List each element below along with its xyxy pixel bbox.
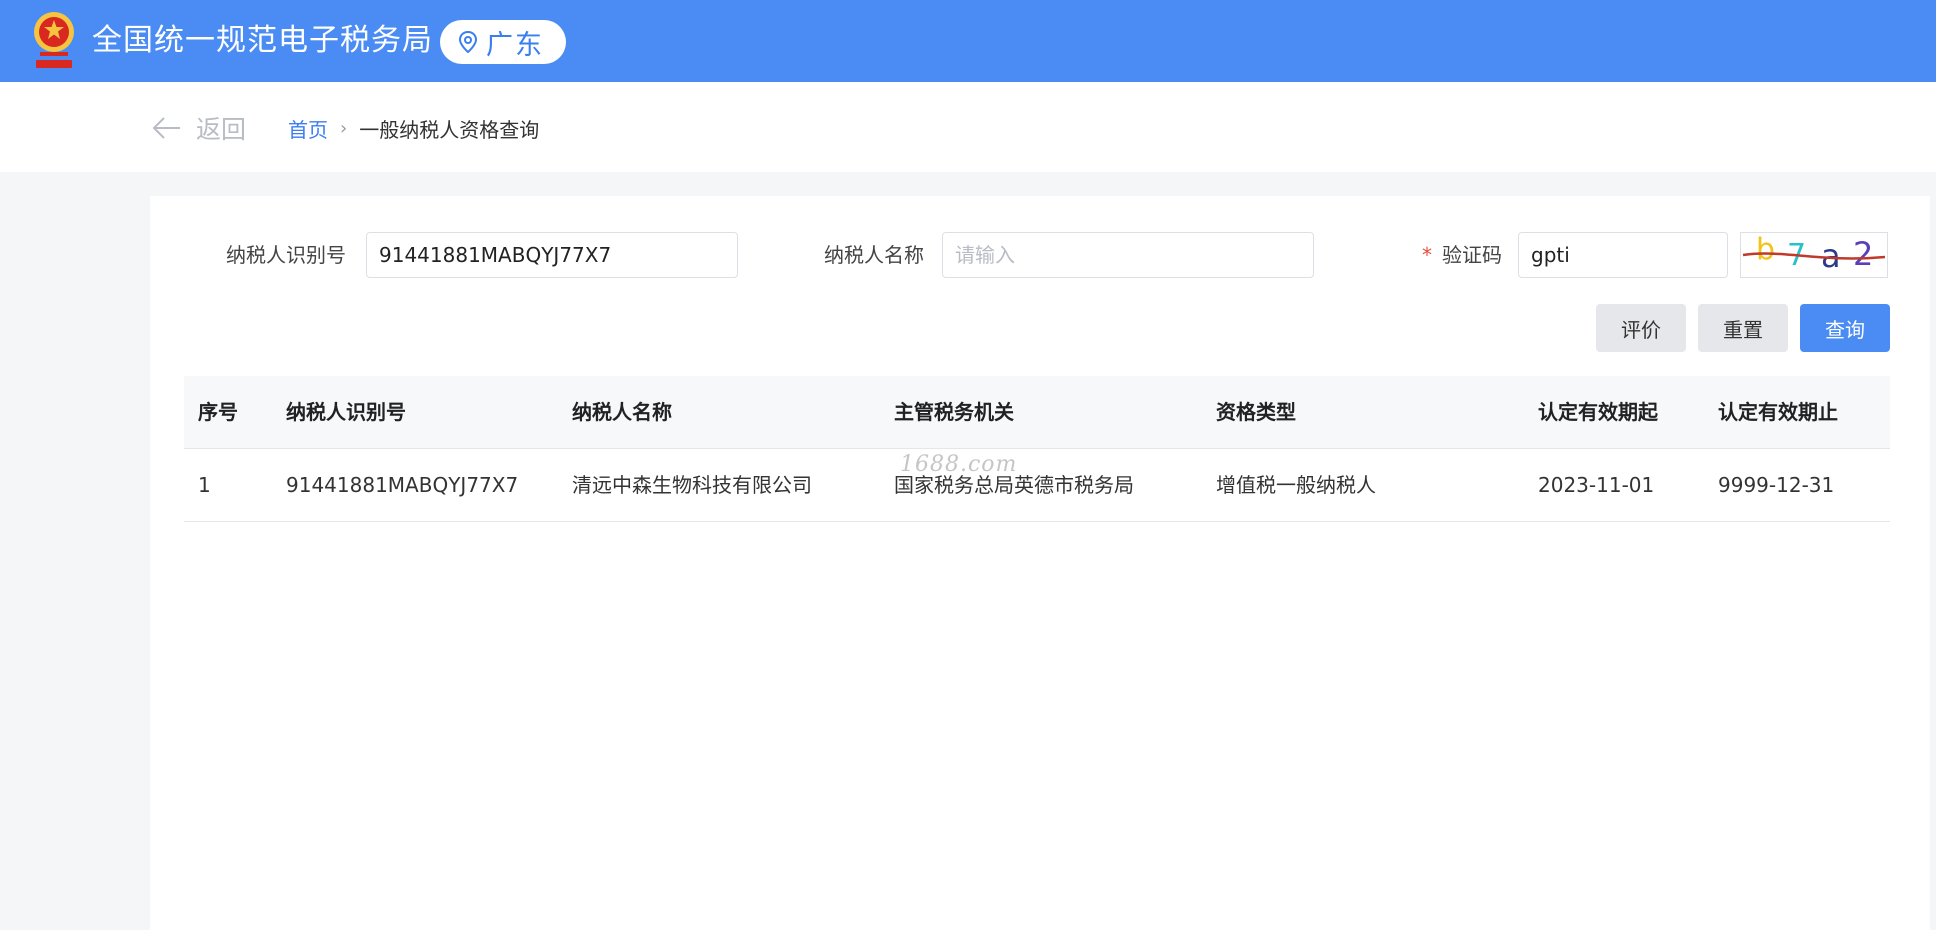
top-header: 全国统一规范电子税务局 广东 xyxy=(0,0,1936,82)
reset-button[interactable]: 重置 xyxy=(1698,304,1788,352)
breadcrumb-separator-icon: › xyxy=(340,117,348,139)
svg-text:2: 2 xyxy=(1853,235,1873,273)
location-pin-icon xyxy=(458,31,478,53)
cell-valid-to: 9999-12-31 xyxy=(1718,473,1835,497)
breadcrumb-home-link[interactable]: 首页 xyxy=(288,114,328,143)
national-emblem-icon xyxy=(34,12,74,68)
cell-taxpayer-id: 91441881MABQYJ77X7 xyxy=(286,473,519,497)
region-selector[interactable]: 广东 xyxy=(440,20,566,64)
watermark: 1688.com xyxy=(900,452,1018,477)
column-header-index: 序号 xyxy=(198,400,238,424)
region-label: 广东 xyxy=(486,29,544,61)
table-header: 序号 纳税人识别号 纳税人名称 主管税务机关 资格类型 认定有效期起 认定有效期… xyxy=(184,376,1890,449)
breadcrumb: 首页 › 一般纳税人资格查询 xyxy=(288,112,539,144)
cell-qualification-type: 增值税一般纳税人 xyxy=(1216,473,1376,497)
required-mark: * xyxy=(1422,243,1432,267)
column-header-taxpayer-id: 纳税人识别号 xyxy=(286,400,406,424)
cell-valid-from: 2023-11-01 xyxy=(1538,473,1655,497)
table-row: 1 91441881MABQYJ77X7 清远中森生物科技有限公司 国家税务总局… xyxy=(184,449,1890,522)
taxpayer-id-label: 纳税人识别号 xyxy=(226,243,346,267)
column-header-qualification-type: 资格类型 xyxy=(1216,400,1296,424)
breadcrumb-bar: 返回 首页 › 一般纳税人资格查询 xyxy=(0,82,1936,172)
captcha-image[interactable]: q 7 a 2 xyxy=(1740,232,1888,278)
column-header-tax-authority: 主管税务机关 xyxy=(894,400,1014,424)
cell-index: 1 xyxy=(198,473,211,497)
captcha-label: 验证码 xyxy=(1442,243,1502,267)
taxpayer-name-input[interactable] xyxy=(942,232,1314,278)
rate-button[interactable]: 评价 xyxy=(1596,304,1686,352)
taxpayer-id-input[interactable] xyxy=(366,232,738,278)
column-header-valid-to: 认定有效期止 xyxy=(1718,400,1838,424)
breadcrumb-current: 一般纳税人资格查询 xyxy=(359,117,540,142)
arrow-left-icon xyxy=(152,117,180,139)
taxpayer-name-label: 纳税人名称 xyxy=(824,243,924,267)
app-title: 全国统一规范电子税务局 xyxy=(92,23,433,58)
query-card: 纳税人识别号 纳税人名称 * 验证码 q 7 a 2 评价 重置 查询 序号 纳税… xyxy=(150,196,1930,930)
query-button[interactable]: 查询 xyxy=(1800,304,1890,352)
back-button[interactable]: 返回 xyxy=(152,108,246,148)
column-header-taxpayer-name: 纳税人名称 xyxy=(572,400,672,424)
column-header-valid-from: 认定有效期起 xyxy=(1538,400,1658,424)
captcha-label-group: * 验证码 xyxy=(1422,231,1502,279)
captcha-input[interactable] xyxy=(1518,232,1728,278)
captcha-graphic: q 7 a 2 xyxy=(1742,235,1886,275)
svg-text:a: a xyxy=(1821,237,1841,275)
result-table: 序号 纳税人识别号 纳税人名称 主管税务机关 资格类型 认定有效期起 认定有效期… xyxy=(184,376,1890,522)
cell-taxpayer-name: 清远中森生物科技有限公司 xyxy=(572,473,812,497)
back-label: 返回 xyxy=(196,115,247,144)
